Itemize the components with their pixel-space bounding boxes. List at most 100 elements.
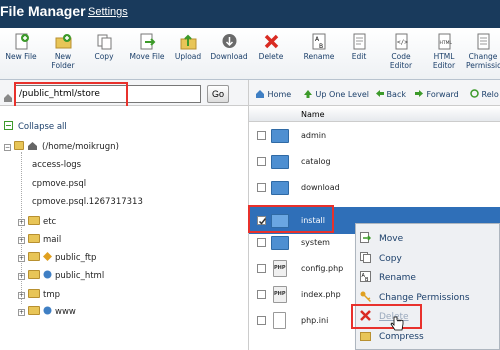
- file-name: index.php: [301, 290, 341, 299]
- home-nav-button[interactable]: Home: [255, 89, 291, 99]
- upload-icon: [180, 33, 197, 50]
- folder-icon: [271, 236, 289, 250]
- context-move[interactable]: Move: [360, 232, 403, 246]
- change-permissions-button[interactable]: Change Permissio: [466, 33, 500, 70]
- expand-icon: +: [18, 255, 25, 262]
- download-label: Download: [210, 52, 248, 61]
- tree-item-public-ftp[interactable]: + public_ftp: [18, 252, 96, 263]
- file-name: php.ini: [301, 316, 329, 325]
- rename-icon: AB: [360, 271, 371, 283]
- up-one-level-button[interactable]: Up One Level: [303, 89, 369, 99]
- html-editor-button[interactable]: HTML HTML Editor: [429, 33, 459, 70]
- copy-label: Copy: [94, 52, 114, 61]
- ftp-icon: [43, 252, 52, 261]
- rename-label: Rename: [303, 52, 335, 61]
- hand-cursor-icon: [390, 316, 404, 336]
- forward-button[interactable]: Forward: [415, 89, 459, 99]
- edit-icon: [351, 33, 368, 50]
- reload-button[interactable]: Relo: [470, 89, 499, 99]
- move-icon: [360, 232, 372, 243]
- globe-icon: [43, 306, 52, 315]
- context-change-permissions[interactable]: Change Permissions: [360, 291, 470, 305]
- globe-icon: [43, 270, 52, 279]
- svg-text:HTML: HTML: [439, 40, 452, 46]
- move-file-icon: [139, 33, 156, 50]
- new-file-button[interactable]: New File: [3, 33, 39, 61]
- download-button[interactable]: Download: [210, 33, 248, 61]
- new-file-label: New File: [5, 52, 37, 61]
- folder-icon: [28, 306, 40, 315]
- file-name: download: [301, 183, 340, 192]
- file-name: install: [301, 216, 325, 225]
- list-header: Name: [249, 106, 500, 122]
- row-checkbox[interactable]: [257, 131, 266, 140]
- rename-button[interactable]: AB Rename: [302, 33, 336, 61]
- path-input[interactable]: [15, 85, 201, 103]
- context-copy[interactable]: Copy: [360, 252, 402, 266]
- context-menu: Move Copy ABRename Change Permissions De…: [355, 223, 500, 350]
- tree-line: [21, 152, 22, 304]
- html-editor-icon: HTML: [436, 33, 453, 50]
- row-checkbox[interactable]: [257, 157, 266, 166]
- upload-label: Upload: [174, 52, 202, 61]
- folder-icon: [28, 234, 40, 243]
- delete-icon: [263, 33, 280, 50]
- row-checkbox[interactable]: [257, 238, 266, 247]
- copy-button[interactable]: Copy: [91, 33, 117, 61]
- delete-label: Delete: [258, 52, 284, 61]
- move-file-button[interactable]: Move File: [128, 33, 166, 61]
- svg-text:B: B: [319, 43, 323, 50]
- folder-icon: [14, 141, 24, 150]
- collapse-all-link[interactable]: Collapse all: [4, 121, 67, 132]
- tree-item-tmp[interactable]: + tmp: [18, 289, 60, 300]
- key-icon: [360, 291, 372, 303]
- tree-item-mail[interactable]: + mail: [18, 234, 61, 245]
- navigation-bar: Home Up One Level Back Forward Relo: [248, 80, 500, 106]
- code-editor-button[interactable]: </> Code Editor: [386, 33, 416, 70]
- new-folder-button[interactable]: New Folder: [46, 33, 80, 70]
- move-file-label: Move File: [129, 52, 165, 61]
- app-title: File Manager: [0, 3, 86, 19]
- rename-icon: AB: [311, 33, 328, 50]
- collapse-toggle-icon: −: [4, 144, 11, 151]
- folder-icon: [271, 155, 289, 169]
- copy-icon: [360, 252, 371, 263]
- download-icon: [221, 33, 238, 50]
- tree-item-cpmove-psql[interactable]: cpmove.psql: [32, 179, 86, 189]
- tree-root[interactable]: − (/home/moikrugn): [4, 141, 119, 152]
- row-checkbox[interactable]: [257, 183, 266, 192]
- svg-text:</>: </>: [397, 39, 408, 46]
- path-bar: Go: [0, 80, 248, 106]
- folder-icon: [28, 216, 40, 225]
- tree-item-public-html[interactable]: + public_html: [18, 270, 104, 281]
- tree-item-access-logs[interactable]: access-logs: [32, 160, 81, 170]
- go-button[interactable]: Go: [207, 85, 229, 103]
- folder-icon: [271, 181, 289, 195]
- upload-button[interactable]: Upload: [173, 33, 203, 61]
- name-column-header[interactable]: Name: [301, 110, 325, 119]
- edit-button[interactable]: Edit: [347, 33, 371, 61]
- file-name: catalog: [301, 157, 331, 166]
- folder-tree: Collapse all − (/home/moikrugn) access-lo…: [0, 106, 248, 350]
- code-editor-icon: </>: [393, 33, 410, 50]
- row-checkbox[interactable]: [257, 316, 266, 325]
- row-checkbox-checked[interactable]: [257, 216, 267, 225]
- table-row[interactable]: admin: [249, 123, 500, 149]
- tree-item-cpmove-psql-backup[interactable]: cpmove.psql.1267317313: [32, 197, 143, 207]
- back-button[interactable]: Back: [375, 89, 406, 99]
- context-rename[interactable]: A B Rename: [360, 271, 416, 285]
- tree-item-www[interactable]: + www: [18, 306, 76, 317]
- home-icon: [3, 88, 13, 107]
- php-file-icon: PHP: [273, 260, 287, 277]
- settings-link[interactable]: Settings: [88, 6, 128, 18]
- table-row[interactable]: download: [249, 175, 500, 201]
- tree-item-etc[interactable]: + etc: [18, 216, 56, 227]
- expand-icon: +: [18, 309, 25, 316]
- table-row[interactable]: catalog: [249, 149, 500, 175]
- row-checkbox[interactable]: [257, 264, 266, 273]
- svg-text:B: B: [365, 277, 369, 282]
- folder-icon: [28, 289, 40, 298]
- row-checkbox[interactable]: [257, 290, 266, 299]
- delete-button[interactable]: Delete: [256, 33, 286, 61]
- delete-icon: [360, 310, 371, 321]
